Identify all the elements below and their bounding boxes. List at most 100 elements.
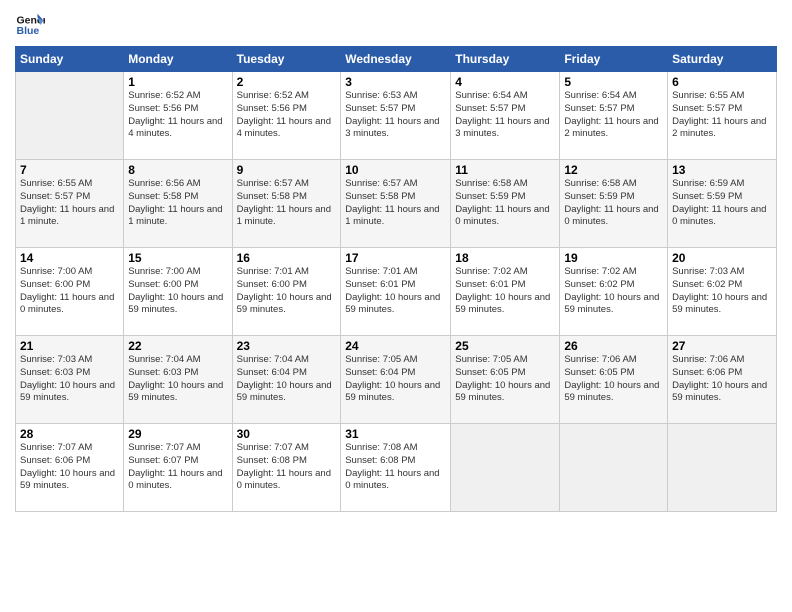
calendar-cell [560,424,668,512]
day-info: Sunrise: 6:57 AMSunset: 5:58 PMDaylight:… [345,178,446,229]
day-header-friday: Friday [560,47,668,72]
week-row-5: 28Sunrise: 7:07 AMSunset: 6:06 PMDayligh… [16,424,777,512]
day-info: Sunrise: 7:06 AMSunset: 6:06 PMDaylight:… [672,354,772,405]
calendar-container: General Blue SundayMondayTuesdayWednesda… [0,0,792,522]
calendar-cell: 3Sunrise: 6:53 AMSunset: 5:57 PMDaylight… [341,72,451,160]
day-info: Sunrise: 6:52 AMSunset: 5:56 PMDaylight:… [128,90,227,141]
calendar-cell: 31Sunrise: 7:08 AMSunset: 6:08 PMDayligh… [341,424,451,512]
calendar-cell: 14Sunrise: 7:00 AMSunset: 6:00 PMDayligh… [16,248,124,336]
day-info: Sunrise: 6:54 AMSunset: 5:57 PMDaylight:… [455,90,555,141]
calendar-cell: 29Sunrise: 7:07 AMSunset: 6:07 PMDayligh… [124,424,232,512]
calendar-table: SundayMondayTuesdayWednesdayThursdayFrid… [15,46,777,512]
day-info: Sunrise: 6:55 AMSunset: 5:57 PMDaylight:… [672,90,772,141]
calendar-cell: 23Sunrise: 7:04 AMSunset: 6:04 PMDayligh… [232,336,341,424]
calendar-cell [451,424,560,512]
day-number: 10 [345,163,446,177]
day-info: Sunrise: 7:04 AMSunset: 6:03 PMDaylight:… [128,354,227,405]
day-number: 28 [20,427,119,441]
day-number: 19 [564,251,663,265]
day-number: 31 [345,427,446,441]
day-info: Sunrise: 7:00 AMSunset: 6:00 PMDaylight:… [20,266,119,317]
logo: General Blue [15,10,49,40]
day-number: 2 [237,75,337,89]
day-number: 20 [672,251,772,265]
calendar-cell: 8Sunrise: 6:56 AMSunset: 5:58 PMDaylight… [124,160,232,248]
day-header-sunday: Sunday [16,47,124,72]
day-info: Sunrise: 6:56 AMSunset: 5:58 PMDaylight:… [128,178,227,229]
day-info: Sunrise: 6:53 AMSunset: 5:57 PMDaylight:… [345,90,446,141]
day-number: 1 [128,75,227,89]
day-number: 21 [20,339,119,353]
day-number: 7 [20,163,119,177]
calendar-cell: 18Sunrise: 7:02 AMSunset: 6:01 PMDayligh… [451,248,560,336]
day-number: 22 [128,339,227,353]
week-row-4: 21Sunrise: 7:03 AMSunset: 6:03 PMDayligh… [16,336,777,424]
day-header-monday: Monday [124,47,232,72]
day-info: Sunrise: 6:52 AMSunset: 5:56 PMDaylight:… [237,90,337,141]
logo-icon: General Blue [15,10,45,40]
day-number: 13 [672,163,772,177]
day-header-tuesday: Tuesday [232,47,341,72]
day-number: 6 [672,75,772,89]
week-row-3: 14Sunrise: 7:00 AMSunset: 6:00 PMDayligh… [16,248,777,336]
day-info: Sunrise: 7:05 AMSunset: 6:04 PMDaylight:… [345,354,446,405]
calendar-cell: 21Sunrise: 7:03 AMSunset: 6:03 PMDayligh… [16,336,124,424]
calendar-cell: 11Sunrise: 6:58 AMSunset: 5:59 PMDayligh… [451,160,560,248]
day-info: Sunrise: 7:06 AMSunset: 6:05 PMDaylight:… [564,354,663,405]
calendar-cell: 25Sunrise: 7:05 AMSunset: 6:05 PMDayligh… [451,336,560,424]
svg-text:Blue: Blue [17,25,40,37]
day-info: Sunrise: 6:57 AMSunset: 5:58 PMDaylight:… [237,178,337,229]
day-header-wednesday: Wednesday [341,47,451,72]
calendar-cell: 7Sunrise: 6:55 AMSunset: 5:57 PMDaylight… [16,160,124,248]
calendar-cell: 6Sunrise: 6:55 AMSunset: 5:57 PMDaylight… [668,72,777,160]
day-info: Sunrise: 7:03 AMSunset: 6:02 PMDaylight:… [672,266,772,317]
calendar-cell: 19Sunrise: 7:02 AMSunset: 6:02 PMDayligh… [560,248,668,336]
calendar-cell: 1Sunrise: 6:52 AMSunset: 5:56 PMDaylight… [124,72,232,160]
calendar-cell: 17Sunrise: 7:01 AMSunset: 6:01 PMDayligh… [341,248,451,336]
day-number: 25 [455,339,555,353]
day-number: 18 [455,251,555,265]
day-info: Sunrise: 7:02 AMSunset: 6:02 PMDaylight:… [564,266,663,317]
days-header-row: SundayMondayTuesdayWednesdayThursdayFrid… [16,47,777,72]
day-number: 12 [564,163,663,177]
day-info: Sunrise: 7:02 AMSunset: 6:01 PMDaylight:… [455,266,555,317]
day-info: Sunrise: 6:54 AMSunset: 5:57 PMDaylight:… [564,90,663,141]
calendar-cell: 4Sunrise: 6:54 AMSunset: 5:57 PMDaylight… [451,72,560,160]
day-number: 24 [345,339,446,353]
day-header-saturday: Saturday [668,47,777,72]
day-info: Sunrise: 7:04 AMSunset: 6:04 PMDaylight:… [237,354,337,405]
day-info: Sunrise: 6:55 AMSunset: 5:57 PMDaylight:… [20,178,119,229]
calendar-cell: 2Sunrise: 6:52 AMSunset: 5:56 PMDaylight… [232,72,341,160]
day-number: 8 [128,163,227,177]
day-number: 17 [345,251,446,265]
calendar-cell: 22Sunrise: 7:04 AMSunset: 6:03 PMDayligh… [124,336,232,424]
day-number: 26 [564,339,663,353]
calendar-cell: 27Sunrise: 7:06 AMSunset: 6:06 PMDayligh… [668,336,777,424]
calendar-cell: 5Sunrise: 6:54 AMSunset: 5:57 PMDaylight… [560,72,668,160]
day-number: 27 [672,339,772,353]
day-info: Sunrise: 7:07 AMSunset: 6:08 PMDaylight:… [237,442,337,493]
header: General Blue [15,10,777,40]
calendar-cell: 9Sunrise: 6:57 AMSunset: 5:58 PMDaylight… [232,160,341,248]
day-info: Sunrise: 7:03 AMSunset: 6:03 PMDaylight:… [20,354,119,405]
day-info: Sunrise: 7:07 AMSunset: 6:06 PMDaylight:… [20,442,119,493]
day-number: 5 [564,75,663,89]
day-number: 9 [237,163,337,177]
day-info: Sunrise: 7:08 AMSunset: 6:08 PMDaylight:… [345,442,446,493]
calendar-cell [16,72,124,160]
day-info: Sunrise: 7:01 AMSunset: 6:00 PMDaylight:… [237,266,337,317]
calendar-cell: 12Sunrise: 6:58 AMSunset: 5:59 PMDayligh… [560,160,668,248]
week-row-1: 1Sunrise: 6:52 AMSunset: 5:56 PMDaylight… [16,72,777,160]
day-number: 4 [455,75,555,89]
calendar-cell: 15Sunrise: 7:00 AMSunset: 6:00 PMDayligh… [124,248,232,336]
day-number: 14 [20,251,119,265]
day-number: 15 [128,251,227,265]
calendar-cell: 16Sunrise: 7:01 AMSunset: 6:00 PMDayligh… [232,248,341,336]
day-info: Sunrise: 7:07 AMSunset: 6:07 PMDaylight:… [128,442,227,493]
day-info: Sunrise: 7:05 AMSunset: 6:05 PMDaylight:… [455,354,555,405]
calendar-cell: 26Sunrise: 7:06 AMSunset: 6:05 PMDayligh… [560,336,668,424]
day-number: 23 [237,339,337,353]
day-number: 30 [237,427,337,441]
day-info: Sunrise: 6:58 AMSunset: 5:59 PMDaylight:… [564,178,663,229]
calendar-cell [668,424,777,512]
